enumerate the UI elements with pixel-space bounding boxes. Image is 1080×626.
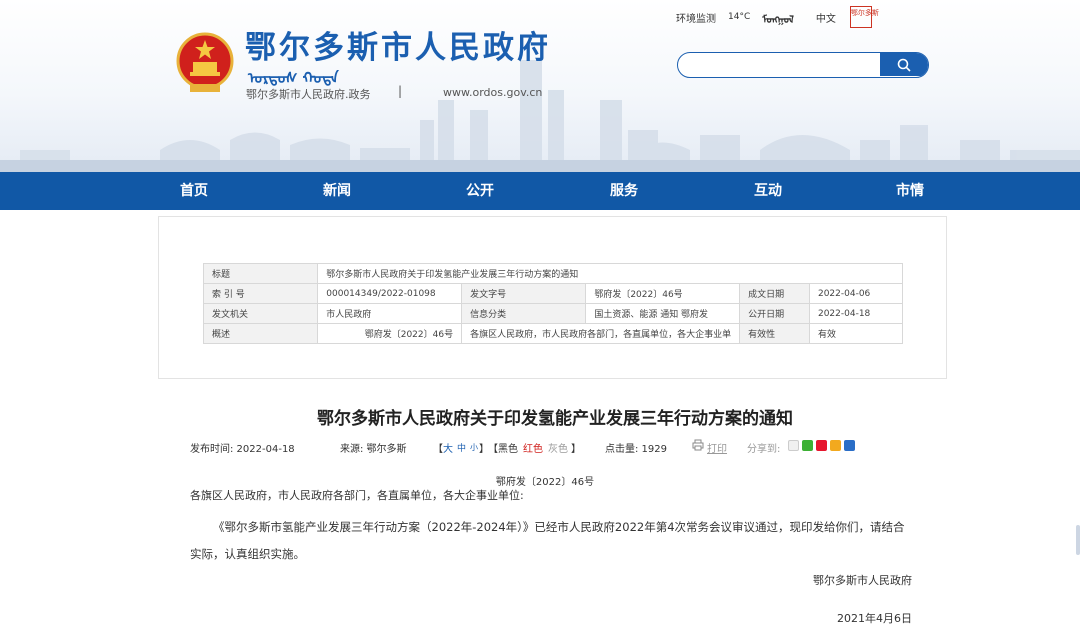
info-label-doc-number: 发文字号 bbox=[461, 283, 587, 304]
site-title: 鄂尔多斯市人民政府 bbox=[245, 30, 551, 66]
info-value-summary-number: 鄂府发〔2022〕46号 bbox=[317, 323, 463, 344]
chinese-language-link[interactable]: 中文 bbox=[816, 10, 836, 25]
city-seal-logo: 鄂尔多斯 bbox=[849, 6, 879, 28]
info-value-publish-date: 2022-04-18 bbox=[808, 303, 904, 324]
font-size-medium-link[interactable]: 中 bbox=[457, 441, 466, 454]
article-source: 来源: 鄂尔多斯 bbox=[340, 444, 407, 455]
nav-item-interaction[interactable]: 互动 bbox=[754, 172, 782, 210]
info-label-category: 信息分类 bbox=[461, 303, 587, 324]
info-label-written-date: 成文日期 bbox=[739, 283, 810, 304]
top-links: 环境监测 14°C ᠮᠣᠩᠭᠣᠯ 中文 鄂尔多斯 bbox=[676, 6, 879, 28]
wechat-share-icon[interactable] bbox=[802, 440, 813, 451]
site-subtitle: 鄂尔多斯市人民政府.政务 bbox=[246, 88, 371, 101]
site-header: 鄂尔多斯市人民政府 ᠣᠷᠳᠣᠰ ᠬᠣᠲᠠ 鄂尔多斯市人民政府.政务 | www.… bbox=[0, 0, 1080, 172]
print-icon[interactable] bbox=[692, 439, 704, 454]
info-value-index: 000014349/2022-01098 bbox=[317, 283, 463, 304]
share-label: 分享到: bbox=[747, 444, 781, 455]
national-emblem-icon bbox=[176, 32, 234, 92]
color-black-link[interactable]: 黑色 bbox=[498, 440, 518, 455]
search-box bbox=[677, 52, 929, 78]
hit-count: 点击量: 1929 bbox=[605, 444, 667, 455]
color-gray-link[interactable]: 灰色 bbox=[548, 440, 568, 455]
document-info-panel: 标题 鄂尔多斯市人民政府关于印发氢能产业发展三年行动方案的通知 索 引 号 00… bbox=[158, 216, 947, 379]
nav-item-service[interactable]: 服务 bbox=[610, 172, 638, 210]
info-value-validity: 有效 bbox=[808, 323, 904, 344]
renren-share-icon[interactable] bbox=[844, 440, 855, 451]
table-row: 发文机关 市人民政府 信息分类 国土资源、能源 通知 鄂府发 公开日期 2022… bbox=[202, 303, 904, 324]
nav-item-news[interactable]: 新闻 bbox=[323, 172, 351, 210]
publish-time: 发布时间: 2022-04-18 bbox=[190, 444, 295, 455]
color-bracket-close: 】 bbox=[571, 444, 581, 455]
search-button[interactable] bbox=[880, 53, 928, 76]
mongolian-site-title: ᠣᠷᠳᠣᠰ ᠬᠣᠲᠠ bbox=[248, 69, 339, 87]
info-value-doc-number: 鄂府发〔2022〕46号 bbox=[585, 283, 741, 304]
info-label-summary: 概述 bbox=[202, 323, 319, 344]
nav-item-public[interactable]: 公开 bbox=[466, 172, 494, 210]
search-icon bbox=[897, 58, 911, 72]
info-label-publish-date: 公开日期 bbox=[739, 303, 810, 324]
table-row: 索 引 号 000014349/2022-01098 发文字号 鄂府发〔2022… bbox=[202, 283, 904, 304]
site-url: www.ordos.gov.cn bbox=[443, 86, 543, 99]
mongolian-language-link[interactable]: ᠮᠣᠩᠭᠣᠯ bbox=[762, 8, 794, 26]
recipients: 各旗区人民政府，市人民政府各部门，各直属单位，各大企事业单位: bbox=[190, 489, 524, 502]
table-row: 标题 鄂尔多斯市人民政府关于印发氢能产业发展三年行动方案的通知 bbox=[202, 263, 903, 284]
color-red-link[interactable]: 红色 bbox=[523, 440, 543, 455]
article-title: 鄂尔多斯市人民政府关于印发氢能产业发展三年行动方案的通知 bbox=[317, 409, 793, 429]
nav-item-city-info[interactable]: 市情 bbox=[896, 172, 924, 210]
info-value-title: 鄂尔多斯市人民政府关于印发氢能产业发展三年行动方案的通知 bbox=[317, 263, 903, 284]
info-label-index: 索 引 号 bbox=[202, 283, 319, 304]
info-label-title: 标题 bbox=[202, 263, 319, 284]
font-size-small-link[interactable]: 小 bbox=[470, 442, 478, 453]
nav-item-home[interactable]: 首页 bbox=[180, 172, 208, 210]
info-label-issuer: 发文机关 bbox=[202, 303, 319, 324]
share-icons bbox=[788, 440, 855, 451]
document-number: 鄂府发〔2022〕46号 bbox=[495, 477, 595, 488]
info-value-issuer: 市人民政府 bbox=[317, 303, 463, 324]
table-row: 概述 鄂府发〔2022〕46号 各旗区人民政府，市人民政府各部门，各直属单位，各… bbox=[202, 323, 904, 344]
subtitle-separator: | bbox=[398, 84, 403, 98]
main-nav: 首页 新闻 公开 服务 互动 市情 bbox=[0, 172, 1080, 210]
document-info-table: 标题 鄂尔多斯市人民政府关于印发氢能产业发展三年行动方案的通知 索 引 号 00… bbox=[202, 263, 904, 344]
temperature-readout: 14°C bbox=[728, 12, 751, 22]
weibo-share-icon[interactable] bbox=[816, 440, 827, 451]
share-more-icon[interactable] bbox=[788, 440, 799, 451]
qzone-share-icon[interactable] bbox=[830, 440, 841, 451]
article-body: 《鄂尔多斯市氢能产业发展三年行动方案（2022年-2024年）》已经市人民政府2… bbox=[190, 520, 905, 561]
search-input[interactable] bbox=[678, 53, 878, 76]
font-size-bracket-open: 【 bbox=[433, 444, 443, 455]
info-label-validity: 有效性 bbox=[739, 323, 810, 344]
info-value-written-date: 2022-04-06 bbox=[808, 283, 904, 304]
signature: 鄂尔多斯市人民政府 bbox=[813, 574, 912, 587]
color-bracket-open: 【 bbox=[488, 444, 498, 455]
side-scroll-handle[interactable] bbox=[1076, 525, 1080, 555]
env-monitor-link[interactable]: 环境监测 bbox=[676, 10, 716, 25]
print-link[interactable]: 打印 bbox=[707, 440, 727, 455]
font-size-large-link[interactable]: 大 bbox=[443, 440, 453, 455]
info-value-category: 国土资源、能源 通知 鄂府发 bbox=[585, 303, 741, 324]
info-value-summary-text: 各旗区人民政府，市人民政府各部门，各直属单位，各大企事业单 bbox=[461, 323, 741, 344]
